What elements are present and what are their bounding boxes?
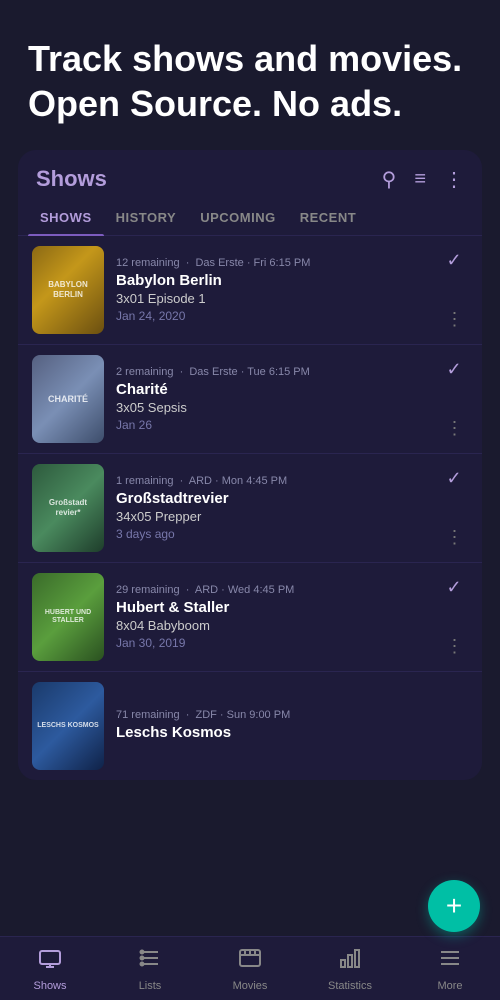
item-more-icon[interactable]: ⋮ [446,309,463,330]
show-item: HUBERT UND STALLER 29 remaining · ARD · … [18,563,482,672]
show-actions: ✓ ⋮ [440,355,468,443]
show-actions: ✓ ⋮ [440,573,468,661]
tab-shows[interactable]: SHOWS [28,200,104,235]
hero-title: Track shows and movies. Open Source. No … [28,36,472,126]
poster-text: Großstadt revier* [32,464,104,552]
show-name: Leschs Kosmos [116,724,440,741]
hero-section: Track shows and movies. Open Source. No … [0,0,500,150]
show-list: BABYLON BERLIN 12 remaining · Das Erste … [18,236,482,780]
more-options-icon[interactable]: ⋮ [444,167,464,192]
show-actions: ✓ ⋮ [440,246,468,334]
show-date: Jan 26 [116,418,440,432]
show-poster: HUBERT UND STALLER [32,573,104,661]
show-date: Jan 24, 2020 [116,309,440,323]
show-info: 29 remaining · ARD · Wed 4:45 PM Hubert … [116,573,440,661]
show-meta: 12 remaining · Das Erste · Fri 6:15 PM [116,257,440,269]
show-poster: CHARITÉ [32,355,104,443]
show-info: 12 remaining · Das Erste · Fri 6:15 PM B… [116,246,440,334]
show-episode: 8x04 Babyboom [116,618,440,633]
show-date: 3 days ago [116,527,440,541]
show-meta: 1 remaining · ARD · Mon 4:45 PM [116,475,440,487]
item-more-icon[interactable]: ⋮ [446,636,463,657]
app-card: Shows ⚲ ≡ ⋮ SHOWS HISTORY UPCOMING RECEN… [18,150,482,780]
nav-item-more[interactable]: More [400,946,500,992]
nav-item-shows[interactable]: Shows [0,946,100,992]
poster-text: LESCHS KOSMOS [32,682,104,770]
show-poster: BABYLON BERLIN [32,246,104,334]
show-actions: ✓ ⋮ [440,464,468,552]
nav-item-lists[interactable]: Lists [100,946,200,992]
show-name: Charité [116,381,440,398]
show-date: Jan 30, 2019 [116,636,440,650]
show-info: 2 remaining · Das Erste · Tue 6:15 PM Ch… [116,355,440,443]
nav-label-more: More [437,980,462,992]
nav-label-statistics: Statistics [328,980,372,992]
movie-icon [238,946,262,976]
show-item: CHARITÉ 2 remaining · Das Erste · Tue 6:… [18,345,482,454]
nav-item-statistics[interactable]: Statistics [300,946,400,992]
show-poster: LESCHS KOSMOS [32,682,104,770]
nav-item-movies[interactable]: Movies [200,946,300,992]
show-meta: 29 remaining · ARD · Wed 4:45 PM [116,584,440,596]
check-icon[interactable]: ✓ [446,359,461,380]
show-item: BABYLON BERLIN 12 remaining · Das Erste … [18,236,482,345]
item-more-icon[interactable]: ⋮ [446,527,463,548]
search-icon[interactable]: ⚲ [382,167,397,192]
list-icon [138,946,162,976]
show-episode: 3x01 Episode 1 [116,291,440,306]
fab-add-button[interactable]: + [428,880,480,932]
check-icon[interactable]: ✓ [446,468,461,489]
bottom-navigation: Shows Lists Movies Statistics More [0,936,500,1000]
poster-text: BABYLON BERLIN [32,246,104,334]
show-item: Großstadt revier* 1 remaining · ARD · Mo… [18,454,482,563]
card-header: Shows ⚲ ≡ ⋮ [18,150,482,200]
show-name: Babylon Berlin [116,272,440,289]
tab-recent[interactable]: RECENT [288,200,368,235]
check-icon[interactable]: ✓ [446,577,461,598]
tab-history[interactable]: HISTORY [104,200,189,235]
item-more-icon[interactable]: ⋮ [446,418,463,439]
show-info: 1 remaining · ARD · Mon 4:45 PM Großstad… [116,464,440,552]
header-icons: ⚲ ≡ ⋮ [382,167,464,192]
show-item: LESCHS KOSMOS 71 remaining · ZDF · Sun 9… [18,672,482,780]
tabs-bar: SHOWS HISTORY UPCOMING RECENT [18,200,482,236]
poster-text: HUBERT UND STALLER [32,573,104,661]
show-info: 71 remaining · ZDF · Sun 9:00 PM Leschs … [116,682,440,770]
show-meta: 2 remaining · Das Erste · Tue 6:15 PM [116,366,440,378]
nav-label-lists: Lists [139,980,162,992]
filter-icon[interactable]: ≡ [414,168,426,191]
more-icon [438,946,462,976]
show-episode: 34x05 Prepper [116,509,440,524]
show-meta: 71 remaining · ZDF · Sun 9:00 PM [116,709,440,721]
poster-text: CHARITÉ [32,355,104,443]
card-title: Shows [36,166,382,192]
statistics-icon [338,946,362,976]
show-episode: 3x05 Sepsis [116,400,440,415]
tv-icon [38,946,62,976]
show-actions [440,682,468,770]
tab-upcoming[interactable]: UPCOMING [188,200,288,235]
show-poster: Großstadt revier* [32,464,104,552]
nav-label-movies: Movies [233,980,268,992]
show-name: Großstadtrevier [116,490,440,507]
show-name: Hubert & Staller [116,599,440,616]
nav-label-shows: Shows [33,980,66,992]
check-icon[interactable]: ✓ [446,250,461,271]
